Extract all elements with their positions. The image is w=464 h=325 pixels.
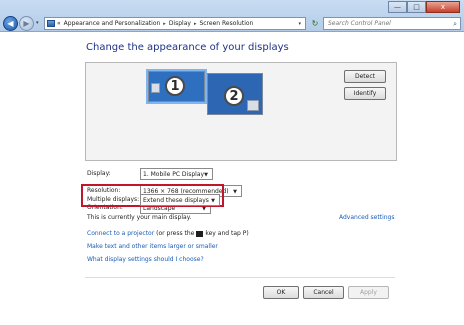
breadcrumb-separator-icon[interactable]: ▸ bbox=[194, 21, 197, 27]
breadcrumb-separator-icon[interactable]: ▸ bbox=[163, 21, 166, 27]
advanced-settings-link[interactable]: Advanced settings bbox=[339, 214, 394, 221]
monitor-1-tile[interactable]: 1 bbox=[146, 69, 207, 104]
apply-button[interactable]: Apply bbox=[348, 286, 389, 299]
cancel-button[interactable]: Cancel bbox=[303, 286, 344, 299]
display-select[interactable]: 1. Mobile PC Display ▼ bbox=[140, 168, 213, 180]
display-select-value: 1. Mobile PC Display bbox=[143, 170, 205, 178]
close-button[interactable]: x bbox=[426, 1, 460, 13]
back-button[interactable]: ◀ bbox=[3, 16, 18, 31]
window-controls: — □ x bbox=[388, 1, 460, 13]
multiple-displays-label: Multiple displays: bbox=[87, 196, 140, 203]
monitor-number: 1 bbox=[165, 76, 185, 96]
breadcrumb-display[interactable]: Display bbox=[169, 20, 191, 27]
screen-resolution-panel: Change the appearance of your displays 1… bbox=[1, 33, 463, 325]
chevron-down-icon: ▼ bbox=[233, 189, 237, 195]
forward-button[interactable]: ▶ bbox=[19, 16, 34, 31]
navigation-bar: ◀ ▶ ▾ « Appearance and Personalization ▸… bbox=[0, 15, 464, 32]
address-bar[interactable]: « Appearance and Personalization ▸ Displ… bbox=[44, 17, 306, 30]
connect-projector-link[interactable]: Connect to a projector bbox=[87, 230, 154, 237]
address-dropdown-icon[interactable]: ▾ bbox=[298, 21, 301, 27]
search-icon[interactable]: ⌕ bbox=[453, 20, 457, 29]
projector-hint-after: key and tap P) bbox=[205, 230, 249, 237]
chevron-down-icon: ▼ bbox=[211, 198, 215, 204]
monitor-number: 2 bbox=[224, 86, 244, 106]
breadcrumb-screen-resolution[interactable]: Screen Resolution bbox=[199, 20, 253, 27]
recent-pages-chevron-icon[interactable]: ▾ bbox=[36, 20, 39, 26]
footer-divider bbox=[85, 277, 395, 278]
refresh-icon[interactable]: ↻ bbox=[309, 17, 321, 30]
control-panel-icon bbox=[47, 20, 55, 27]
monitor-taskbar-icon bbox=[151, 83, 160, 93]
projector-row: Connect to a projector (or press the key … bbox=[87, 230, 249, 237]
monitor-preview-area: 1 2 Detect Identify bbox=[85, 62, 397, 161]
page-title: Change the appearance of your displays bbox=[86, 42, 289, 53]
chevron-down-icon: ▼ bbox=[204, 172, 208, 178]
multiple-displays-select-value: Extend these displays bbox=[143, 196, 209, 204]
search-input[interactable] bbox=[328, 20, 446, 27]
search-box[interactable]: ⌕ bbox=[323, 17, 461, 30]
projector-hint-before: (or press the bbox=[156, 230, 195, 237]
ok-button[interactable]: OK bbox=[263, 286, 299, 299]
detect-button[interactable]: Detect bbox=[344, 70, 386, 83]
maximize-button[interactable]: □ bbox=[407, 1, 426, 13]
breadcrumb-appearance[interactable]: Appearance and Personalization bbox=[64, 20, 161, 27]
title-bar: — □ x ◀ ▶ ▾ « Appearance and Personaliza… bbox=[0, 0, 464, 32]
minimize-button[interactable]: — bbox=[388, 1, 407, 13]
identify-button[interactable]: Identify bbox=[344, 87, 386, 100]
main-display-status: This is currently your main display. bbox=[87, 214, 192, 221]
display-settings-help-link[interactable]: What display settings should I choose? bbox=[87, 256, 204, 263]
multiple-displays-select[interactable]: Extend these displays ▼ bbox=[140, 194, 220, 206]
monitor-window-icon bbox=[247, 100, 259, 111]
text-size-link[interactable]: Make text and other items larger or smal… bbox=[87, 243, 218, 250]
monitor-2-tile[interactable]: 2 bbox=[207, 73, 263, 115]
display-label: Display: bbox=[87, 170, 111, 177]
address-overflow-chevron[interactable]: « bbox=[57, 20, 61, 27]
windows-key-icon bbox=[196, 230, 204, 237]
